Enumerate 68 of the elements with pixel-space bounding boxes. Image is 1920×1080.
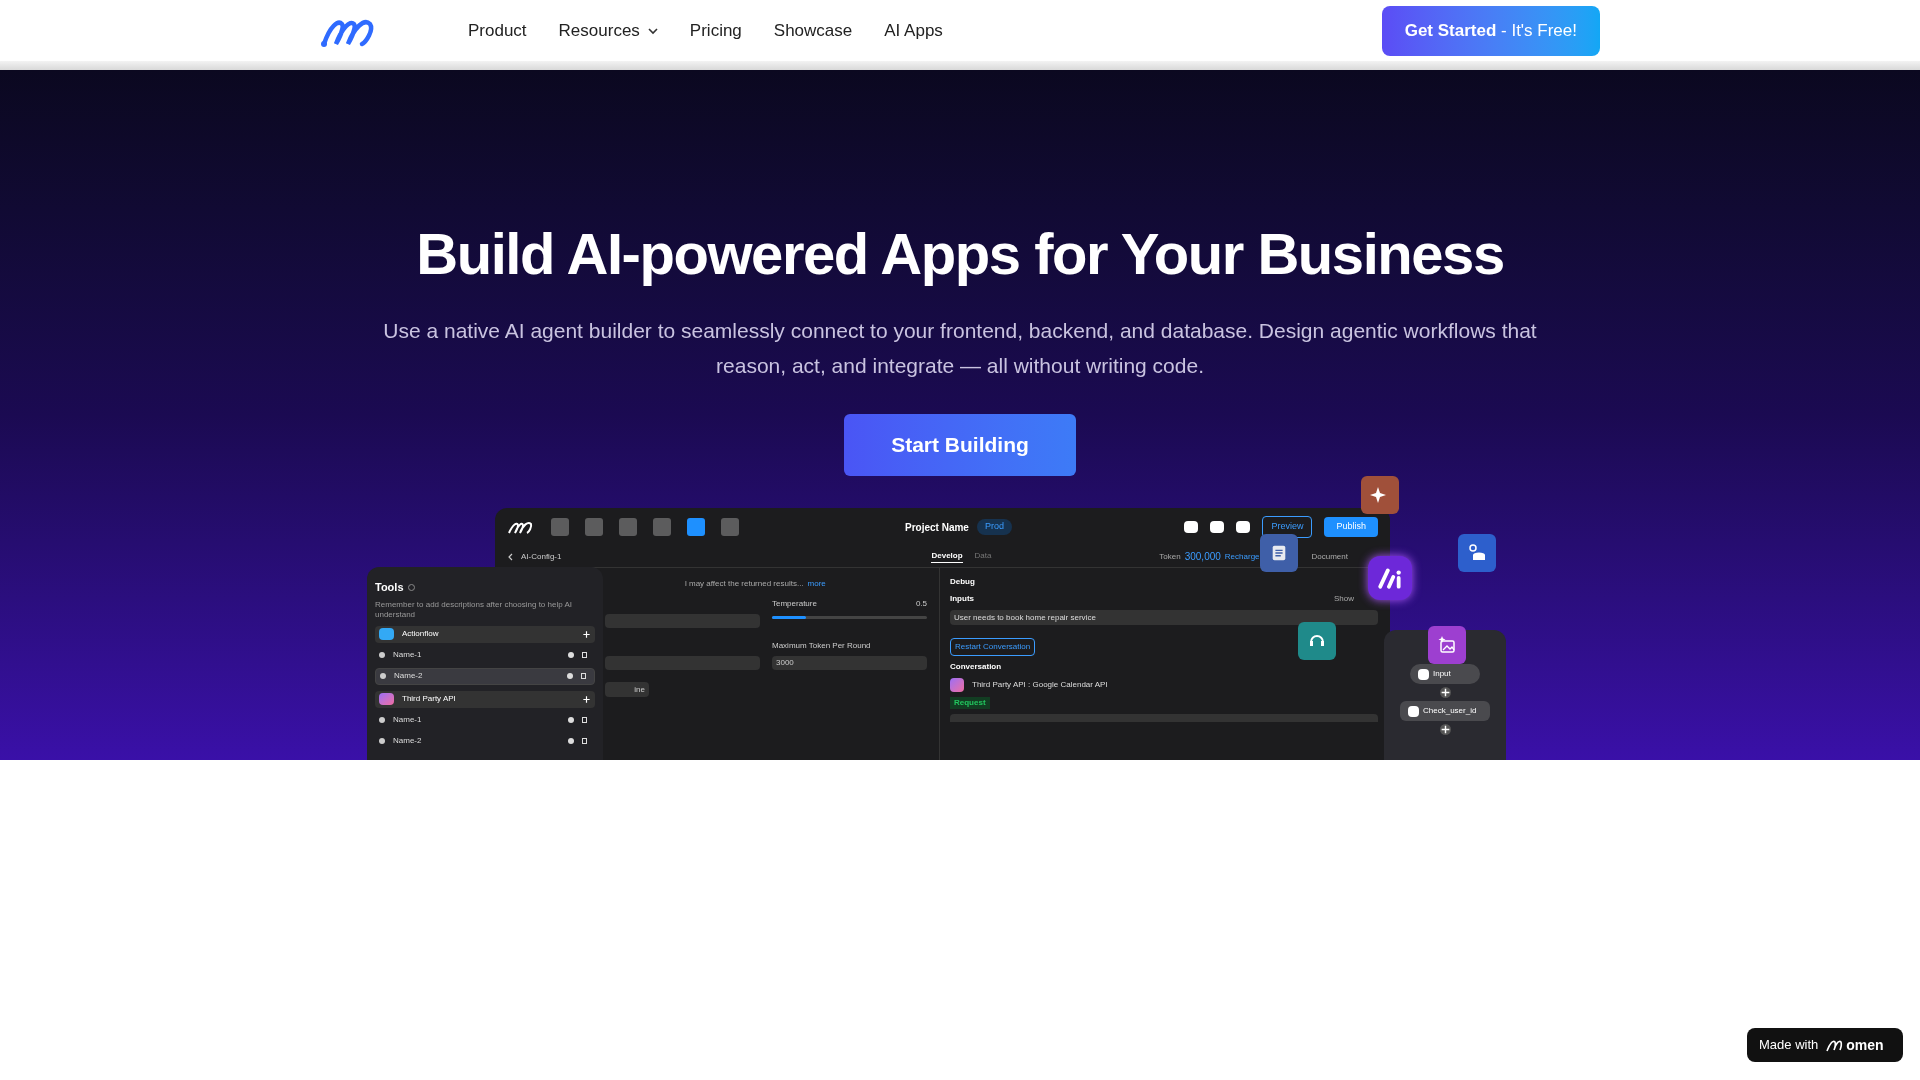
nav-link[interactable]: Pricing [689,17,742,44]
tools-hint: Remember to add descriptions after choosing to help AI understand [375,599,573,620]
delete-icon[interactable] [582,738,587,744]
temperature-value: 0.5 [915,598,927,610]
comment-icon[interactable] [568,738,574,744]
add-icon[interactable] [1439,724,1451,735]
node-icon [1408,705,1419,717]
tool-item[interactable]: Name-2 [375,667,595,685]
comment-icon[interactable] [567,673,573,679]
conversation-heading: Conversation [950,661,1002,673]
tool-item[interactable]: Name-1 [375,711,595,729]
token-label: Token [1159,550,1181,563]
tab[interactable]: Develop [931,550,963,563]
breadcrumb: AI-Config-1 [521,550,562,563]
flow-node[interactable]: Input [1410,664,1480,684]
sparkle-icon [1361,476,1399,514]
logo-icon [507,519,535,535]
node-icon [1418,668,1429,680]
nav-link[interactable]: Resources [558,17,658,44]
tool-group[interactable]: Actionflow [375,625,595,643]
document-link[interactable]: Document [1311,550,1348,563]
more-link[interactable]: more [807,578,826,590]
flow-node[interactable]: Check_user_id [1400,701,1490,721]
token-value: 300,000 [1184,550,1221,564]
start-building-button[interactable]: Start Building [844,414,1076,476]
delete-icon[interactable] [581,673,586,679]
hero-title: Build AI-powered Apps for Your Business [416,220,1504,288]
comment-icon[interactable] [568,652,574,658]
input-field[interactable]: User needs to book home repair service [950,610,1378,625]
made-with-badge[interactable]: Made with omen [1747,1028,1903,1062]
hint-text: l may affect the returned results... [685,578,804,590]
tools-title: Tools [375,580,404,595]
add-icon[interactable] [1439,687,1451,698]
get-started-button[interactable]: Get Started - It's Free! [1381,5,1600,56]
max-token-field[interactable]: 3000 [772,656,927,670]
comment-icon[interactable] [568,717,574,723]
temperature-slider[interactable] [772,616,927,619]
show-toggle[interactable]: Show [1334,593,1354,605]
recharge-link[interactable]: Recharge [1224,550,1260,563]
tool-item[interactable]: Name-1 [375,646,595,664]
tab[interactable]: Data [974,550,992,563]
temperature-label: Temperature [772,598,817,610]
nav-link[interactable]: Showcase [773,17,853,44]
nav-link[interactable]: Product [468,17,527,44]
delete-icon[interactable] [582,717,587,723]
image-icon [1428,626,1466,664]
hero-subtitle: Use a native AI agent builder to seamlessly connect to your frontend, backend, and database. Design agentic workflows that reason, act, and integrate — all without writing code. [382,318,1538,379]
debug-heading: Debug [950,576,975,588]
tool-item[interactable]: Name-2 [375,732,595,750]
back-icon[interactable] [507,552,513,561]
chevron-down-icon [647,25,658,36]
inputs-heading: Inputs [950,593,974,605]
delete-icon[interactable] [582,652,587,658]
document-icon [1260,534,1298,572]
add-icon[interactable] [582,629,591,639]
env-badge: Prod [976,519,1012,535]
add-icon[interactable] [582,694,591,704]
brand-name: omen [1846,1035,1884,1055]
request-label: Request [950,697,990,709]
project-name[interactable]: Project Name [905,519,969,535]
badge-text: Made with [1759,1036,1819,1055]
nav-link[interactable]: AI Apps [884,17,943,44]
restart-button[interactable]: Restart Conversation [950,638,1036,656]
max-token-label: Maximum Token Per Round [772,640,872,652]
input-field[interactable]: ine [605,682,649,697]
headset-icon [1298,622,1336,660]
conversation-item[interactable]: Third Party API : Google Calendar API [972,679,1108,691]
tool-group[interactable]: Third Party API [375,690,595,708]
